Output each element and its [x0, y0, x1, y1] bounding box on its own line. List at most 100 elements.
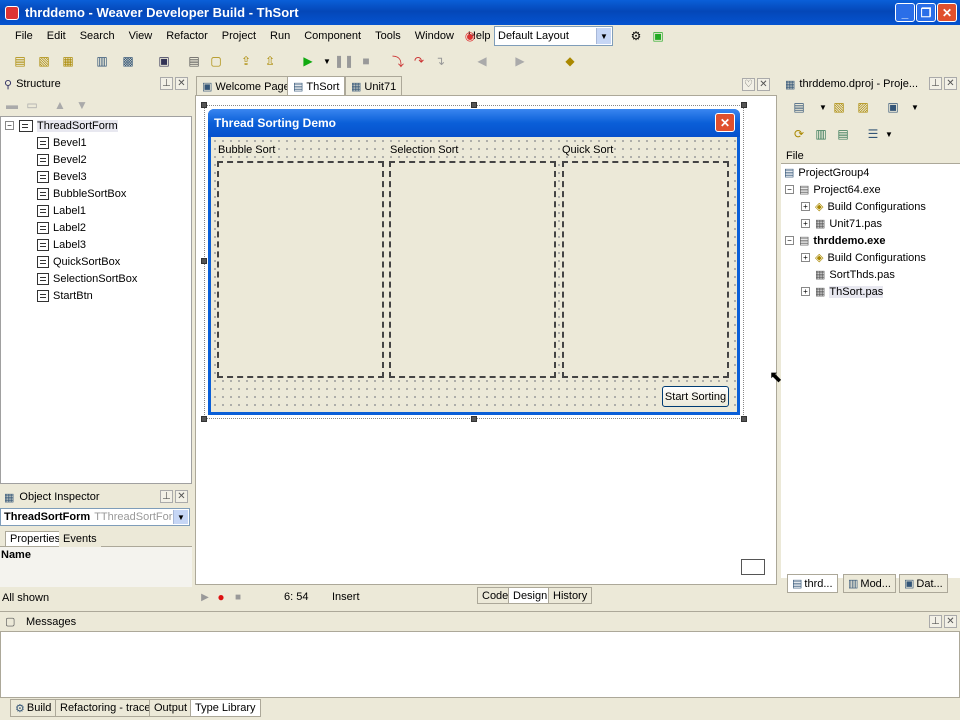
chevron-down-icon[interactable]: ▼ [907, 99, 923, 115]
tab-welcome-page[interactable]: ▣ Welcome Page [196, 76, 296, 96]
folder-icon[interactable]: ▬ [4, 97, 20, 113]
pin-icon[interactable]: ⊥ [929, 77, 942, 90]
sort-icon[interactable]: ☰ [865, 126, 881, 142]
print-icon[interactable]: ▤ [186, 53, 202, 69]
tab-properties[interactable]: Properties [5, 531, 66, 547]
move-up-icon[interactable]: ▲ [52, 97, 68, 113]
expand-icon[interactable]: + [801, 287, 810, 296]
collapse-icon[interactable]: − [785, 185, 794, 194]
move-down-icon[interactable]: ▼ [74, 97, 90, 113]
tree-item[interactable]: − ▤ Project64.exe [785, 181, 881, 198]
collapse-icon[interactable]: − [785, 236, 794, 245]
tab-model[interactable]: ▥ Mod... [843, 574, 896, 593]
expand-icon[interactable]: + [801, 202, 810, 211]
save-icon[interactable]: ▥ [94, 53, 110, 69]
play-macro-icon[interactable]: ▶ [197, 589, 213, 605]
tab-list-icon[interactable]: ♡ [742, 78, 755, 91]
tree-item[interactable]: Label2 [37, 219, 86, 236]
resize-handle[interactable] [201, 258, 207, 264]
tree-item[interactable]: + ◈ Build Configurations [801, 198, 926, 215]
resize-handle[interactable] [471, 102, 477, 108]
expand-tree-icon[interactable]: ▥ [813, 126, 829, 142]
expand-icon[interactable]: + [801, 219, 810, 228]
maximize-button[interactable]: ❐ [916, 3, 936, 22]
layout-run-icon[interactable]: ▣ [650, 28, 666, 44]
add-existing-icon[interactable]: ▨ [855, 99, 871, 115]
project-options-icon[interactable]: ▤ [791, 99, 807, 115]
chevron-down-icon[interactable]: ▼ [881, 126, 897, 142]
chevron-down-icon[interactable]: ▼ [596, 28, 611, 44]
sync-icon[interactable]: ⟳ [791, 126, 807, 142]
start-sorting-button[interactable]: Start Sorting [662, 386, 729, 407]
tab-output[interactable]: Output [149, 699, 193, 717]
view-icon[interactable]: ▣ [885, 99, 901, 115]
menu-view[interactable]: View [122, 30, 160, 42]
tab-build[interactable]: ⚙ Build [10, 699, 57, 717]
tree-item[interactable]: + ▦ ThSort.pas [801, 283, 884, 300]
tab-refactoring-trace[interactable]: Refactoring - trace [55, 699, 156, 717]
stop-icon[interactable]: ■ [358, 53, 374, 69]
app-icon[interactable] [5, 5, 19, 20]
menu-search[interactable]: Search [73, 30, 122, 42]
tab-events[interactable]: Events [59, 531, 101, 547]
globe-icon[interactable]: ◉ [462, 28, 478, 44]
tree-root[interactable]: − ThreadSortForm [5, 117, 118, 134]
tree-item[interactable]: − ▤ thrddemo.exe [785, 232, 886, 249]
close-icon[interactable]: ✕ [175, 77, 188, 90]
pin-icon[interactable]: ⊥ [929, 615, 942, 628]
label-bubble-sort[interactable]: Bubble Sort [218, 144, 276, 156]
new-icon[interactable]: ▤ [12, 53, 28, 69]
bubble-sort-box[interactable] [217, 161, 384, 378]
open-project-icon[interactable]: ▦ [60, 53, 76, 69]
add-new-icon[interactable]: ▧ [831, 99, 847, 115]
quick-sort-box[interactable] [562, 161, 729, 378]
help-book-icon[interactable]: ◆ [562, 53, 578, 69]
layout-save-icon[interactable]: ⚙ [628, 28, 644, 44]
run-icon[interactable]: ▶ [300, 53, 316, 69]
tab-history[interactable]: History [548, 587, 593, 604]
menu-window[interactable]: Window [408, 30, 461, 42]
resize-handle[interactable] [201, 102, 207, 108]
tree-item[interactable]: ▤ ProjectGroup4 [784, 164, 869, 181]
tree-item[interactable]: Label1 [37, 202, 86, 219]
tree-item[interactable]: SelectionSortBox [37, 270, 137, 287]
resize-handle[interactable] [201, 416, 207, 422]
pin-icon[interactable]: ⊥ [160, 77, 173, 90]
open-icon[interactable]: ▧ [36, 53, 52, 69]
remove-file-icon[interactable]: ⇫ [262, 53, 278, 69]
close-file-icon[interactable]: ▢ [208, 53, 224, 69]
back-icon[interactable]: ◀ [474, 53, 490, 69]
form-close-button[interactable]: ✕ [715, 113, 735, 132]
tab-thsort[interactable]: ▤ ThSort [287, 76, 346, 96]
close-icon[interactable]: ✕ [944, 615, 957, 628]
add-file-icon[interactable]: ⇪ [238, 53, 254, 69]
trace-into-icon[interactable]: ⤵ [390, 53, 406, 69]
menu-run[interactable]: Run [263, 30, 297, 42]
tree-item[interactable]: BubbleSortBox [37, 185, 126, 202]
resize-handle[interactable] [471, 416, 477, 422]
nonvisual-component-icon[interactable] [741, 559, 765, 575]
record-icon[interactable]: ● [213, 589, 229, 605]
menu-component[interactable]: Component [297, 30, 368, 42]
chevron-down-icon[interactable]: ▼ [173, 510, 188, 524]
tab-design[interactable]: Design [508, 587, 553, 604]
pin-icon[interactable]: ⊥ [160, 490, 173, 503]
forward-icon[interactable]: ▶ [512, 53, 528, 69]
tree-item[interactable]: StartBtn [37, 287, 93, 304]
label-quick-sort[interactable]: Quick Sort [562, 144, 614, 156]
label-selection-sort[interactable]: Selection Sort [390, 144, 459, 156]
run-to-cursor-icon[interactable]: ↴ [432, 53, 448, 69]
tab-data[interactable]: ▣ Dat... [899, 574, 948, 593]
menu-tools[interactable]: Tools [368, 30, 408, 42]
disk-icon[interactable]: ▣ [156, 53, 172, 69]
expand-icon[interactable]: + [801, 253, 810, 262]
file-column-header[interactable]: File [781, 148, 960, 164]
resize-handle[interactable] [741, 416, 747, 422]
collapse-icon[interactable]: − [5, 121, 14, 130]
designed-form[interactable]: Thread Sorting Demo ✕ Bubble Sort Select… [208, 109, 740, 415]
tab-type-library[interactable]: Type Library [190, 699, 261, 717]
menu-file[interactable]: File [8, 30, 40, 42]
folder-open-icon[interactable]: ▭ [24, 97, 40, 113]
menu-refactor[interactable]: Refactor [159, 30, 215, 42]
close-tab-icon[interactable]: ✕ [757, 78, 770, 91]
